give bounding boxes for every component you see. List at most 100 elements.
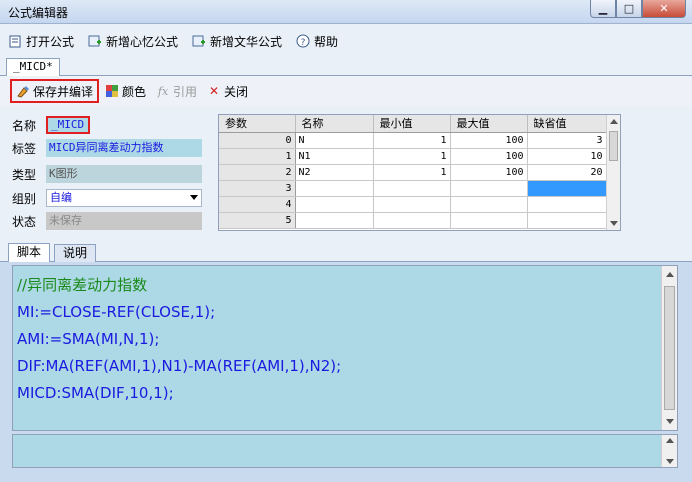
cell-min[interactable]: 1 xyxy=(373,164,451,181)
close-tab-label: 关闭 xyxy=(224,84,249,99)
cell-default[interactable] xyxy=(527,196,607,213)
cell-default[interactable] xyxy=(527,212,607,229)
grid-scrollbar[interactable] xyxy=(606,115,620,230)
code-line: MICD:SMA(DIF,10,1); xyxy=(17,384,174,402)
group-row: 组别 xyxy=(12,189,46,207)
close-icon: ✕ xyxy=(659,2,669,15)
scroll-up-icon[interactable] xyxy=(666,438,674,443)
cell-default[interactable]: 20 xyxy=(527,164,607,181)
menu-bar: 打开公式 新增心忆公式 新增文华公式 ? 帮助 xyxy=(0,24,692,58)
group-select-value: 自编 xyxy=(50,191,72,204)
type-row: 类型 xyxy=(12,165,46,183)
minimize-button[interactable]: ▁ xyxy=(590,0,616,18)
type-field: K图形 xyxy=(46,165,202,183)
maximize-button[interactable]: □ xyxy=(616,0,642,18)
tag-label: 标签 xyxy=(12,141,37,156)
col-header-max[interactable]: 最大值 xyxy=(450,115,528,133)
title-bar: 公式编辑器 ▁ □ ✕ xyxy=(0,0,692,24)
cell-default[interactable]: 3 xyxy=(527,132,607,149)
table-row: 5 xyxy=(219,212,607,229)
cell-min[interactable]: 1 xyxy=(373,132,451,149)
cell-max[interactable] xyxy=(450,212,528,229)
col-header-default[interactable]: 缺省值 xyxy=(527,115,607,133)
save-compile-button[interactable]: 保存并编译 xyxy=(10,79,100,103)
tag-field[interactable]: MICD异同离差动力指数 xyxy=(46,139,202,157)
name-label: 名称 xyxy=(12,118,37,133)
status-field: 未保存 xyxy=(46,212,202,230)
compile-output-panel[interactable] xyxy=(12,434,678,468)
reference-button[interactable]: fx 引用 xyxy=(152,79,201,103)
tab-script[interactable]: 脚本 xyxy=(8,243,51,262)
cell-default-selected[interactable] xyxy=(527,180,607,197)
code-line: MI:=CLOSE-REF(CLOSE,1); xyxy=(17,303,216,321)
code-line: AMI:=SMA(MI,N,1); xyxy=(17,330,160,348)
reference-label: 引用 xyxy=(173,84,198,99)
script-editor[interactable]: //异同离差动力指数 MI:=CLOSE-REF(CLOSE,1); AMI:=… xyxy=(12,265,678,431)
scroll-up-icon[interactable] xyxy=(610,119,618,124)
parameter-grid[interactable]: 参数 名称 最小值 最大值 缺省值 0 N 1 100 3 1 N1 1 100… xyxy=(218,114,621,231)
row-header[interactable]: 0 xyxy=(219,132,296,149)
editor-scrollbar[interactable] xyxy=(661,266,677,430)
close-tab-button[interactable]: ✕ 关闭 xyxy=(203,79,252,103)
scroll-down-icon[interactable] xyxy=(666,419,674,424)
row-header[interactable]: 3 xyxy=(219,180,296,197)
scroll-thumb[interactable] xyxy=(609,131,618,161)
cell-name[interactable] xyxy=(295,212,374,229)
menu-new-text-formula-label: 新增文华公式 xyxy=(210,34,283,49)
chevron-down-icon xyxy=(190,195,198,200)
cell-max[interactable] xyxy=(450,196,528,213)
group-select[interactable]: 自编 xyxy=(46,189,202,207)
menu-help[interactable]: ? 帮助 xyxy=(296,33,338,50)
scroll-down-icon[interactable] xyxy=(666,459,674,464)
name-field[interactable]: _MICD xyxy=(46,116,90,134)
cell-min[interactable] xyxy=(373,196,451,213)
col-header-param[interactable]: 参数 xyxy=(219,115,296,133)
row-header[interactable]: 5 xyxy=(219,212,296,229)
row-header[interactable]: 1 xyxy=(219,148,296,165)
cell-max[interactable]: 100 xyxy=(450,164,528,181)
close-icon: ✕ xyxy=(209,84,220,98)
cell-name[interactable] xyxy=(295,180,374,197)
cell-max[interactable]: 100 xyxy=(450,132,528,149)
new-doc-icon xyxy=(192,34,206,48)
close-window-button[interactable]: ✕ xyxy=(642,0,686,18)
color-label: 颜色 xyxy=(122,84,147,99)
scroll-up-icon[interactable] xyxy=(666,272,674,277)
menu-new-mind-formula[interactable]: 新增心忆公式 xyxy=(88,33,178,50)
table-row: 0 N 1 100 3 xyxy=(219,132,607,149)
cell-name[interactable]: N1 xyxy=(295,148,374,165)
menu-open-formula[interactable]: 打开公式 xyxy=(8,33,74,50)
new-doc-icon xyxy=(88,34,102,48)
document-tab[interactable]: _MICD* xyxy=(6,58,60,76)
cell-name[interactable] xyxy=(295,196,374,213)
menu-new-text-formula[interactable]: 新增文华公式 xyxy=(192,33,282,50)
scroll-thumb[interactable] xyxy=(664,286,675,410)
cell-default[interactable]: 10 xyxy=(527,148,607,165)
menu-open-formula-label: 打开公式 xyxy=(26,34,75,49)
cell-name[interactable]: N2 xyxy=(295,164,374,181)
cell-min[interactable] xyxy=(373,180,451,197)
minimize-icon: ▁ xyxy=(598,2,608,15)
color-button[interactable]: 颜色 xyxy=(101,79,150,103)
window-title: 公式编辑器 xyxy=(8,6,69,20)
row-header[interactable]: 2 xyxy=(219,164,296,181)
cell-min[interactable] xyxy=(373,212,451,229)
tab-description[interactable]: 说明 xyxy=(54,244,97,262)
palette-icon xyxy=(105,84,119,98)
cell-name[interactable]: N xyxy=(295,132,374,149)
table-row: 2 N2 1 100 20 xyxy=(219,164,607,181)
cell-max[interactable]: 100 xyxy=(450,148,528,165)
name-row: 名称 xyxy=(12,116,46,134)
output-scrollbar[interactable] xyxy=(661,435,677,467)
script-tab-strip: 脚本 说明 xyxy=(0,240,692,262)
scroll-down-icon[interactable] xyxy=(610,221,618,226)
col-header-name[interactable]: 名称 xyxy=(295,115,374,133)
row-header[interactable]: 4 xyxy=(219,196,296,213)
maximize-icon: □ xyxy=(623,2,635,15)
col-header-min[interactable]: 最小值 xyxy=(373,115,451,133)
type-label: 类型 xyxy=(12,167,37,182)
cell-min[interactable]: 1 xyxy=(373,148,451,165)
cell-max[interactable] xyxy=(450,180,528,197)
menu-new-mind-formula-label: 新增心忆公式 xyxy=(106,34,179,49)
table-row: 1 N1 1 100 10 xyxy=(219,148,607,165)
